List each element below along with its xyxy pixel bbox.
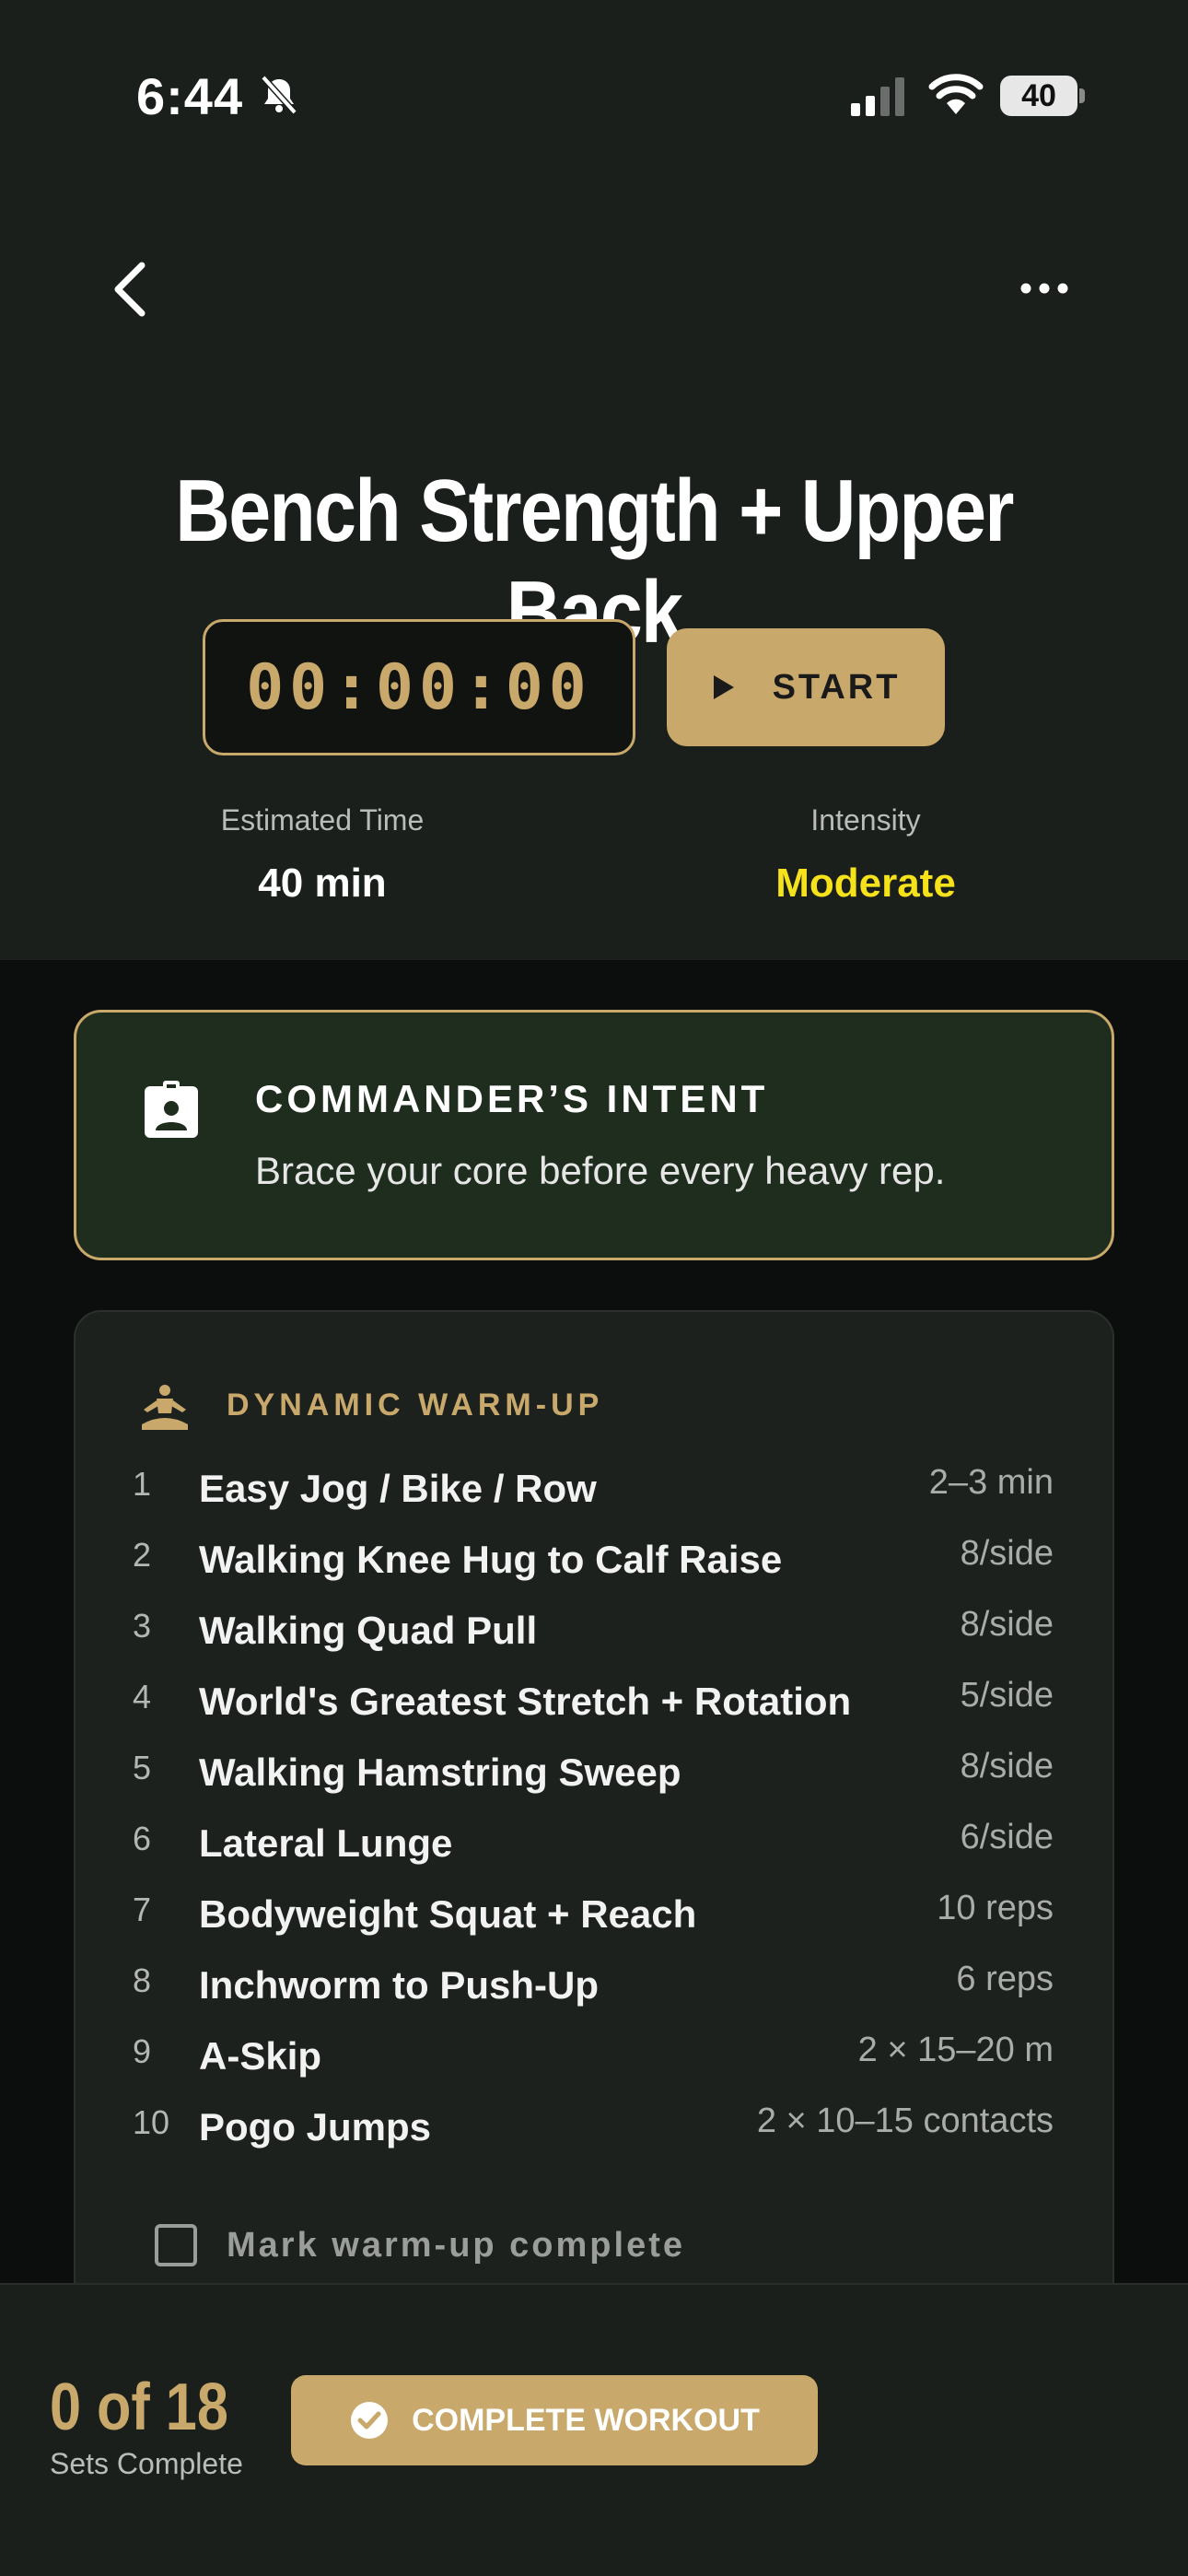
item-name: Walking Knee Hug to Calf Raise — [199, 1538, 783, 1581]
meditation-icon — [142, 1385, 188, 1430]
estimated-time-label: Estimated Time — [220, 803, 425, 837]
battery-tip — [1079, 88, 1085, 103]
warmup-title: DYNAMIC WARM-UP — [227, 1388, 604, 1423]
list-item: 8 Inchworm to Push-Up 6 reps — [133, 1960, 1054, 2031]
status-time: 6:44 — [136, 67, 244, 125]
list-item: 2 Walking Knee Hug to Calf Raise 8/side — [133, 1534, 1054, 1605]
item-number: 1 — [133, 1465, 152, 1503]
list-item: 9 A-Skip 2 × 15–20 m — [133, 2031, 1054, 2102]
item-number: 9 — [133, 2032, 152, 2070]
start-button-label: START — [772, 667, 901, 707]
item-dose: 8/side — [960, 1534, 1054, 1573]
list-item: 5 Walking Hamstring Sweep 8/side — [133, 1747, 1054, 1818]
warmup-checkbox[interactable] — [155, 2224, 197, 2266]
timer-display: 00:00:00 — [203, 619, 635, 755]
check-circle-icon — [351, 2402, 389, 2439]
intensity-label: Intensity — [810, 803, 921, 837]
item-name: World's Greatest Stretch + Rotation — [199, 1680, 852, 1723]
item-dose: 6 reps — [956, 1960, 1054, 1998]
item-name: Easy Jog / Bike / Row — [199, 1467, 597, 1510]
list-item: 10 Pogo Jumps 2 × 10–15 contacts — [133, 2102, 1054, 2172]
item-dose: 2 × 15–20 m — [857, 2031, 1054, 2069]
bell-slash-icon — [261, 75, 297, 115]
item-number: 2 — [133, 1536, 152, 1574]
signal-icon — [851, 77, 904, 116]
item-name: A-Skip — [199, 2034, 322, 2078]
intent-title: COMMANDER’S INTENT — [255, 1077, 769, 1120]
estimated-time-value: 40 min — [258, 861, 387, 906]
intensity-value: Moderate — [775, 861, 956, 906]
warmup-list: 1 Easy Jog / Bike / Row 2–3 min 2 Walkin… — [133, 1463, 1054, 2172]
item-dose: 2–3 min — [928, 1463, 1054, 1502]
list-item: 6 Lateral Lunge 6/side — [133, 1818, 1054, 1889]
item-number: 7 — [133, 1891, 152, 1928]
item-name: Pogo Jumps — [199, 2105, 432, 2149]
mark-warmup-label: Mark warm-up complete — [227, 2225, 685, 2265]
item-name: Walking Quad Pull — [199, 1609, 538, 1652]
commanders-intent-card: COMMANDER’S INTENT Brace your core befor… — [74, 1010, 1114, 1260]
item-number: 3 — [133, 1607, 152, 1645]
complete-workout-button[interactable]: COMPLETE WORKOUT — [291, 2375, 818, 2465]
item-dose: 10 reps — [937, 1889, 1054, 1927]
item-name: Bodyweight Squat + Reach — [199, 1892, 697, 1936]
list-item: 1 Easy Jog / Bike / Row 2–3 min — [133, 1463, 1054, 1534]
item-number: 10 — [133, 2103, 170, 2141]
play-icon — [713, 675, 734, 699]
item-dose: 8/side — [960, 1605, 1054, 1644]
wifi-icon — [928, 74, 984, 114]
start-button[interactable]: START — [667, 628, 945, 746]
list-item: 4 World's Greatest Stretch + Rotation 5/… — [133, 1676, 1054, 1747]
complete-workout-label: COMPLETE WORKOUT — [412, 2402, 760, 2438]
bottom-action-bar: 0 of 18 Sets Complete COMPLETE WORKOUT — [0, 2283, 1188, 2576]
item-number: 8 — [133, 1961, 152, 1999]
mark-warmup-complete[interactable]: Mark warm-up complete — [155, 2224, 685, 2266]
sets-label: Sets Complete — [50, 2447, 243, 2480]
list-item: 3 Walking Quad Pull 8/side — [133, 1605, 1054, 1676]
ellipsis-icon[interactable] — [1020, 276, 1068, 300]
intent-text: Brace your core before every heavy rep. — [255, 1149, 946, 1192]
item-dose: 2 × 10–15 contacts — [756, 2102, 1054, 2140]
chevron-left-icon[interactable] — [109, 260, 155, 319]
item-number: 6 — [133, 1820, 152, 1857]
item-number: 5 — [133, 1749, 152, 1786]
item-name: Inchworm to Push-Up — [199, 1963, 599, 2007]
item-name: Lateral Lunge — [199, 1821, 453, 1865]
item-dose: 6/side — [960, 1818, 1054, 1856]
id-badge-icon — [145, 1081, 198, 1138]
workout-header-panel: 6:44 40 Bench Strength + Upper Back 00:0… — [0, 0, 1188, 960]
item-dose: 8/side — [960, 1747, 1054, 1786]
battery-indicator: 40 — [1000, 76, 1077, 116]
item-name: Walking Hamstring Sweep — [199, 1751, 681, 1794]
item-dose: 5/side — [960, 1676, 1054, 1715]
list-item: 7 Bodyweight Squat + Reach 10 reps — [133, 1889, 1054, 1960]
dynamic-warmup-card: DYNAMIC WARM-UP 1 Easy Jog / Bike / Row … — [74, 1310, 1114, 2324]
item-number: 4 — [133, 1678, 152, 1715]
sets-count: 0 of 18 — [50, 2371, 228, 2444]
